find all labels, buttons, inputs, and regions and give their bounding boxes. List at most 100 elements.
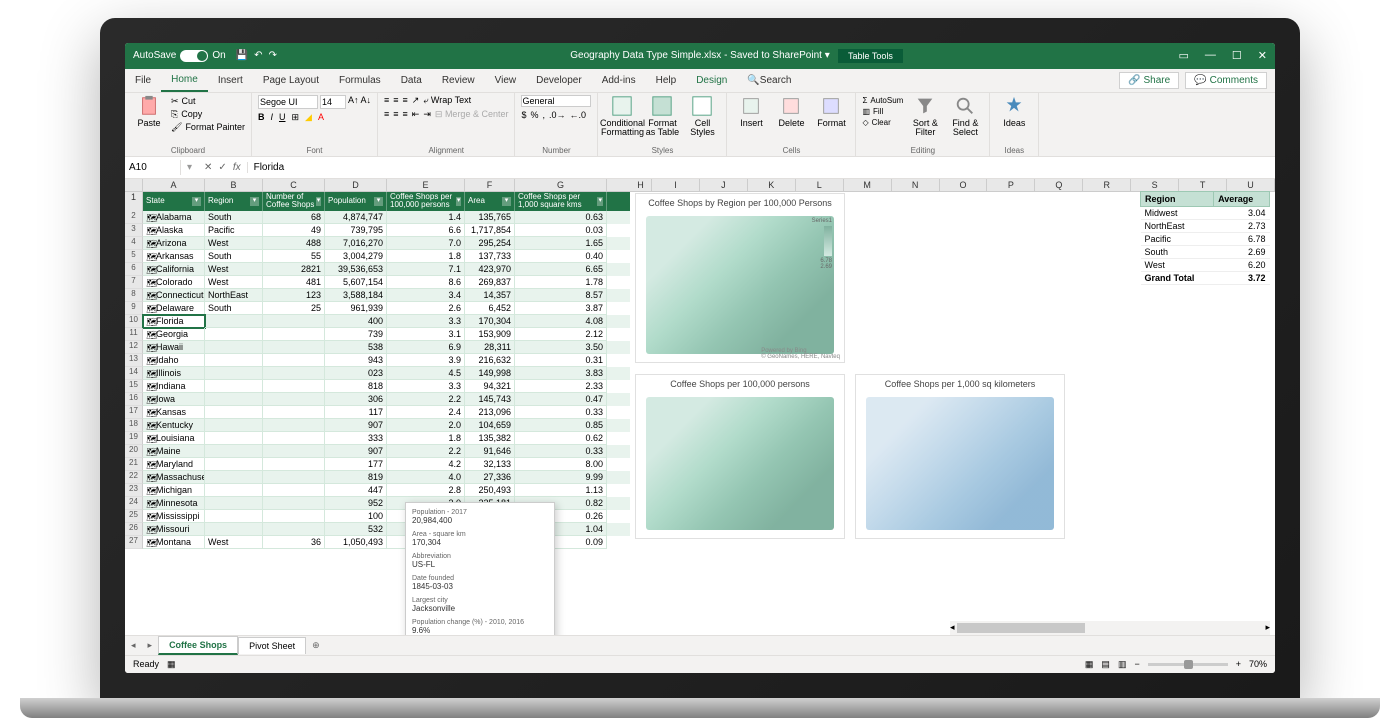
font-size-input[interactable] [320,95,346,109]
indent-decrease-icon[interactable]: ⇤ [412,109,420,120]
col-header[interactable]: D [325,179,387,191]
insert-cells-button[interactable]: Insert [733,95,769,129]
col-header[interactable]: O [940,179,988,191]
view-break-icon[interactable]: ▥ [1118,659,1127,670]
align-bottom-icon[interactable]: ≡ [403,95,408,106]
copy-button[interactable]: ⎘ Copy [171,108,245,121]
align-middle-icon[interactable]: ≡ [393,95,398,106]
pivot-row[interactable]: NorthEast2.73 [1141,219,1270,232]
table-row[interactable]: 10 🗺Florida 400 3.3 170,304 4.08 [125,315,630,328]
paste-button[interactable]: Paste [131,95,167,129]
format-painter-button[interactable]: 🖌 Format Painter [171,121,245,134]
table-row[interactable]: 7 🗺Colorado West 481 5,607,154 8.6 269,8… [125,276,630,289]
col-header[interactable]: F [465,179,515,191]
col-header[interactable]: L [796,179,844,191]
tab-review[interactable]: Review [432,69,485,92]
redo-icon[interactable]: ↷ [269,50,277,61]
cancel-formula-icon[interactable]: ✕ [204,162,212,173]
increase-decimal-icon[interactable]: .0→ [549,110,566,120]
border-button[interactable]: ⊞ [291,112,299,123]
col-header[interactable]: A [143,179,205,191]
zoom-level[interactable]: 70% [1249,659,1267,669]
font-name-input[interactable] [258,95,318,109]
font-color-button[interactable]: A [318,112,324,123]
chart-map-sqkm[interactable]: Coffee Shops per 1,000 sq kilometers [855,374,1065,539]
decrease-decimal-icon[interactable]: ←.0 [570,110,587,120]
autosave-toggle[interactable] [180,50,208,62]
table-row[interactable]: 13 🗺Idaho 943 3.9 216,632 0.31 [125,354,630,367]
table-header[interactable]: State▾ [143,192,205,212]
tab-view[interactable]: View [485,69,527,92]
clear-button[interactable]: ◇ Clear [862,117,903,128]
tab-formulas[interactable]: Formulas [329,69,391,92]
comma-icon[interactable]: , [543,110,546,120]
cut-button[interactable]: ✂ Cut [171,95,245,108]
table-header[interactable]: Number of Coffee Shops▾ [263,192,325,212]
bold-button[interactable]: B [258,112,265,123]
col-header[interactable]: U [1227,179,1275,191]
conditional-formatting-button[interactable]: Conditional Formatting [604,95,640,139]
save-icon[interactable]: 💾 [236,50,248,61]
col-header[interactable]: Q [1035,179,1083,191]
minimize-icon[interactable]: — [1205,49,1216,62]
share-button[interactable]: 🔗 Share [1119,72,1179,89]
table-row[interactable]: 19 🗺Louisiana 333 1.8 135,382 0.62 [125,432,630,445]
col-header[interactable]: N [892,179,940,191]
table-row[interactable]: 14 🗺Illinois 023 4.5 149,998 3.83 [125,367,630,380]
cell-styles-button[interactable]: Cell Styles [684,95,720,139]
sort-filter-button[interactable]: Sort & Filter [907,95,943,139]
tab-insert[interactable]: Insert [208,69,253,92]
table-row[interactable]: 5 🗺Arkansas South 55 3,004,279 1.8 137,7… [125,250,630,263]
indent-increase-icon[interactable]: ⇥ [423,109,431,120]
underline-button[interactable]: U [279,112,286,123]
col-header[interactable]: B [205,179,263,191]
sheet-tab[interactable]: Pivot Sheet [238,637,306,654]
view-normal-icon[interactable]: ▦ [1085,659,1094,670]
name-box-dropdown-icon[interactable]: ▾ [181,162,198,173]
zoom-in-icon[interactable]: + [1236,659,1241,669]
col-header[interactable]: S [1131,179,1179,191]
maximize-icon[interactable]: ☐ [1232,49,1242,62]
table-row[interactable]: 23 🗺Michigan 447 2.8 250,493 1.13 [125,484,630,497]
merge-button[interactable]: ⊟ Merge & Center [435,109,509,120]
table-header[interactable]: Area▾ [465,192,515,212]
zoom-slider[interactable] [1148,663,1228,666]
table-row[interactable]: 22 🗺Massachusetts 819 4.0 27,336 9.99 [125,471,630,484]
formula-input[interactable] [248,160,1275,175]
italic-button[interactable]: I [270,112,273,123]
wrap-text-button[interactable]: ⤶ Wrap Text [423,95,471,106]
table-row[interactable]: 12 🗺Hawaii 538 6.9 28,311 3.50 [125,341,630,354]
table-row[interactable]: 16 🗺Iowa 306 2.2 145,743 0.47 [125,393,630,406]
fill-color-button[interactable]: ◢ [305,112,312,123]
new-sheet-icon[interactable]: ⊕ [306,640,326,651]
fill-button[interactable]: ▥ Fill [862,106,903,117]
col-header[interactable]: R [1083,179,1131,191]
col-header[interactable]: I [652,179,700,191]
sheet-nav-prev-icon[interactable]: ◂ [125,640,142,651]
orientation-icon[interactable]: ↗ [412,95,420,106]
ribbon-options-icon[interactable]: ▭ [1179,49,1189,62]
tab-addins[interactable]: Add-ins [592,69,646,92]
tab-file[interactable]: File [125,69,161,92]
pivot-table[interactable]: RegionAverage Midwest3.04NorthEast2.73Pa… [1140,191,1270,285]
percent-icon[interactable]: % [530,110,538,120]
table-header[interactable]: Coffee Shops per 1,000 square kms▾ [515,192,607,212]
tab-home[interactable]: Home [161,69,208,92]
view-page-icon[interactable]: ▤ [1101,659,1110,670]
chart-map-region[interactable]: Coffee Shops by Region per 100,000 Perso… [635,193,845,363]
increase-font-icon[interactable]: A↑ [348,95,359,109]
table-row[interactable]: 15 🗺Indiana 818 3.3 94,321 2.33 [125,380,630,393]
col-header[interactable]: M [844,179,892,191]
col-header[interactable]: T [1179,179,1227,191]
tab-help[interactable]: Help [646,69,687,92]
table-row[interactable]: 3 🗺Alaska Pacific 49 739,795 6.6 1,717,8… [125,224,630,237]
table-row[interactable]: 4 🗺Arizona West 488 7,016,270 7.0 295,25… [125,237,630,250]
table-row[interactable]: 2 🗺Alabama South 68 4,874,747 1.4 135,76… [125,211,630,224]
pivot-row[interactable]: West6.20 [1141,258,1270,271]
sheet-tab-active[interactable]: Coffee Shops [158,636,238,655]
pivot-row[interactable]: Midwest3.04 [1141,206,1270,219]
table-header[interactable]: Region▾ [205,192,263,212]
select-all-corner[interactable] [125,179,143,191]
chart-map-100k[interactable]: Coffee Shops per 100,000 persons [635,374,845,539]
currency-icon[interactable]: $ [521,110,526,120]
